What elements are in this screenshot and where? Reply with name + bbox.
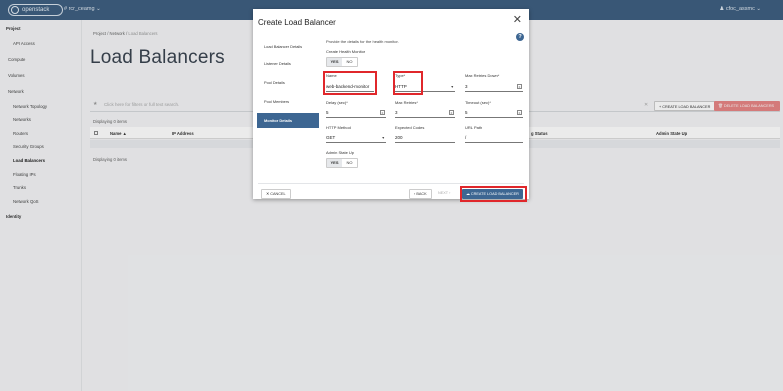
name-highlight bbox=[323, 71, 377, 95]
expected-codes-input[interactable]: 200 bbox=[395, 133, 455, 143]
create-health-monitor-label: Create Health Monitor bbox=[326, 49, 366, 54]
stepper-icon[interactable]: ≡ bbox=[380, 110, 385, 115]
max-retries-down-value: 3 bbox=[465, 84, 468, 89]
toggle-yes[interactable]: YES bbox=[327, 58, 342, 66]
step-listener-details[interactable]: Listener Details bbox=[257, 56, 319, 71]
step-pool-details[interactable]: Pool Details bbox=[257, 75, 319, 90]
max-retries-down-input[interactable]: 3 ≡ bbox=[465, 82, 523, 92]
chevron-down-icon: ▼ bbox=[381, 136, 385, 140]
toggle-no[interactable]: NO bbox=[342, 58, 357, 66]
url-path-input[interactable]: / bbox=[465, 133, 523, 143]
type-highlight bbox=[393, 71, 423, 95]
help-icon[interactable]: ? bbox=[516, 33, 524, 41]
stepper-icon[interactable]: ≡ bbox=[517, 84, 522, 89]
admin-state-up-label: Admin State Up bbox=[326, 150, 355, 155]
delay-value: 5 bbox=[326, 110, 329, 115]
chevron-down-icon: ▼ bbox=[450, 85, 454, 89]
expected-codes-label: Expected Codes bbox=[395, 125, 425, 130]
admin-state-up-toggle[interactable]: YES NO bbox=[326, 158, 358, 168]
close-icon[interactable]: ✕ bbox=[513, 13, 522, 26]
delay-input[interactable]: 5 ≡ bbox=[326, 108, 386, 118]
next-button[interactable]: NEXT › bbox=[438, 191, 450, 195]
step-pool-members[interactable]: Pool Members bbox=[257, 94, 319, 109]
max-retries-down-label: Max Retries Down* bbox=[465, 73, 500, 78]
max-retries-value: 3 bbox=[395, 110, 398, 115]
delay-label: Delay (sec)* bbox=[326, 100, 348, 105]
stepper-icon[interactable]: ≡ bbox=[517, 110, 522, 115]
create-load-balancer-modal: Create Load Balancer ✕ Load Balancer Det… bbox=[253, 9, 529, 202]
monitor-description: Provide the details for the health monit… bbox=[326, 39, 399, 44]
step-load-balancer-details[interactable]: Load Balancer Details bbox=[257, 39, 319, 54]
toggle-yes[interactable]: YES bbox=[327, 159, 342, 167]
step-monitor-details[interactable]: Monitor Details bbox=[257, 113, 319, 128]
http-method-value: GET bbox=[326, 135, 336, 140]
create-highlight bbox=[460, 186, 527, 202]
timeout-value: 5 bbox=[465, 110, 468, 115]
http-method-select[interactable]: GET ▼ bbox=[326, 133, 386, 143]
timeout-label: Timeout (sec)* bbox=[465, 100, 491, 105]
max-retries-label: Max Retries* bbox=[395, 100, 418, 105]
timeout-input[interactable]: 5 ≡ bbox=[465, 108, 523, 118]
http-method-label: HTTP Method bbox=[326, 125, 351, 130]
stepper-icon[interactable]: ≡ bbox=[449, 110, 454, 115]
max-retries-input[interactable]: 3 ≡ bbox=[395, 108, 455, 118]
back-button[interactable]: ‹ BACK bbox=[409, 189, 432, 199]
toggle-no[interactable]: NO bbox=[342, 159, 357, 167]
wizard-steps: Load Balancer Details Listener Details P… bbox=[257, 37, 319, 187]
footer-divider bbox=[258, 183, 524, 184]
cancel-button[interactable]: ✕ CANCEL bbox=[261, 189, 291, 199]
url-path-label: URL Path bbox=[465, 125, 483, 130]
create-health-monitor-toggle[interactable]: YES NO bbox=[326, 57, 358, 67]
modal-title: Create Load Balancer bbox=[258, 18, 336, 27]
